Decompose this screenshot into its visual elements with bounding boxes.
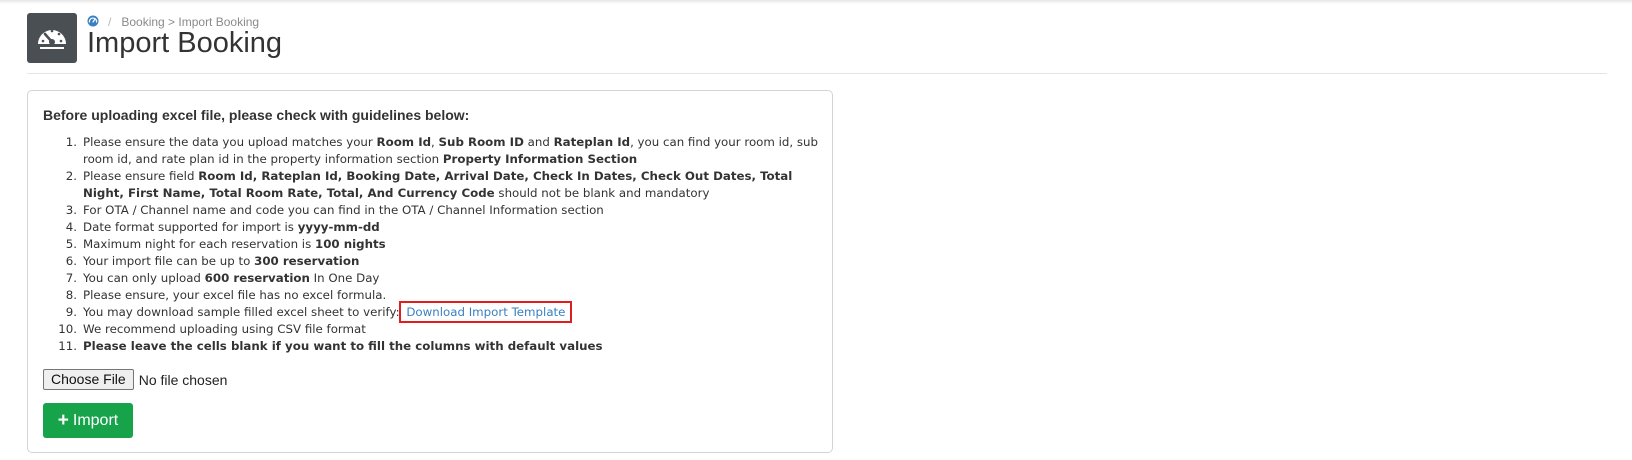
guideline-item: 1. Please ensure the data you upload matc… <box>43 134 833 168</box>
guideline-number: 10. <box>58 322 77 336</box>
guideline-item: 10. We recommend uploading using CSV file… <box>43 321 833 338</box>
guideline-number: 1. <box>65 135 77 149</box>
guideline-text: For OTA / Channel name and code you can … <box>83 203 604 217</box>
choose-file-button[interactable]: Choose File <box>43 369 134 390</box>
guideline-item: 5. Maximum night for each reservation is … <box>43 236 833 253</box>
guideline-text: We recommend uploading using CSV file fo… <box>83 322 366 336</box>
guideline-text: should not be blank and mandatory <box>494 186 710 200</box>
guideline-bold-text: 100 nights <box>314 237 386 251</box>
guideline-text: Date format supported for import is <box>83 220 298 234</box>
guideline-number: 4. <box>65 220 77 234</box>
guideline-bold-text: 300 reservation <box>254 254 360 268</box>
guideline-number: 8. <box>65 288 77 302</box>
guideline-number: 11. <box>58 339 77 353</box>
guideline-number: 6. <box>65 254 77 268</box>
guideline-number: 9. <box>65 305 77 319</box>
import-button[interactable]: + Import <box>43 403 133 438</box>
guideline-text: and <box>523 135 554 149</box>
guideline-text: , <box>431 135 439 149</box>
guidelines-list: 1. Please ensure the data you upload matc… <box>43 134 833 355</box>
page-header: / Booking > Import Booking Import Bookin… <box>27 13 1607 74</box>
speedometer-icon <box>27 13 77 63</box>
guideline-number: 7. <box>65 271 77 285</box>
guideline-bold-text: Please leave the cells blank if you want… <box>83 339 603 353</box>
guideline-item: 7. You can only upload 600 reservation In… <box>43 270 833 287</box>
guideline-text: You can only upload <box>83 271 205 285</box>
page-title: Import Booking <box>87 27 283 59</box>
guideline-text: Please ensure, your excel file has no ex… <box>83 288 387 302</box>
file-status: No file chosen <box>138 371 228 388</box>
guideline-text: Please ensure field <box>83 169 199 183</box>
file-input-row: Choose File No file chosen <box>43 369 227 390</box>
guideline-text: Your import file can be up to <box>83 254 255 268</box>
guideline-item: 4. Date format supported for import is yy… <box>43 219 833 236</box>
guideline-item: 11. Please leave the cells blank if you w… <box>43 338 833 355</box>
guideline-bold-text: Room Id <box>376 135 432 149</box>
guideline-item: 6. Your import file can be up to 300 rese… <box>43 253 833 270</box>
guideline-bold-text: Rateplan Id <box>553 135 631 149</box>
guideline-text: You may download sample filled excel she… <box>83 305 404 319</box>
guideline-number: 2. <box>65 169 77 183</box>
guideline-bold-text: Sub Room ID <box>438 135 524 149</box>
guideline-text: Maximum night for each reservation is <box>83 237 315 251</box>
guideline-number: 5. <box>65 237 77 251</box>
plus-icon: + <box>57 410 69 431</box>
guideline-item: 2. Please ensure field Room Id, Rateplan … <box>43 168 833 202</box>
guideline-item: 9. You may download sample filled excel s… <box>43 301 833 323</box>
download-import-template-link[interactable]: Download Import Template <box>399 301 573 323</box>
guideline-bold-text: yyyy-mm-dd <box>297 220 380 234</box>
guideline-text: Please ensure the data you upload matche… <box>83 135 377 149</box>
guideline-bold-text: 600 reservation <box>204 271 310 285</box>
guideline-bold-text: Property Information Section <box>442 152 638 166</box>
top-shadow <box>0 0 1632 4</box>
guideline-item: 3. For OTA / Channel name and code you ca… <box>43 202 833 219</box>
guideline-item: 8. Please ensure, your excel file has no … <box>43 287 833 304</box>
import-button-label: Import <box>72 411 119 429</box>
guideline-text: In One Day <box>309 271 380 285</box>
guideline-number: 3. <box>65 203 77 217</box>
guidelines-heading: Before uploading excel file, please chec… <box>43 107 470 123</box>
import-guidelines-panel: Before uploading excel file, please chec… <box>27 90 833 453</box>
